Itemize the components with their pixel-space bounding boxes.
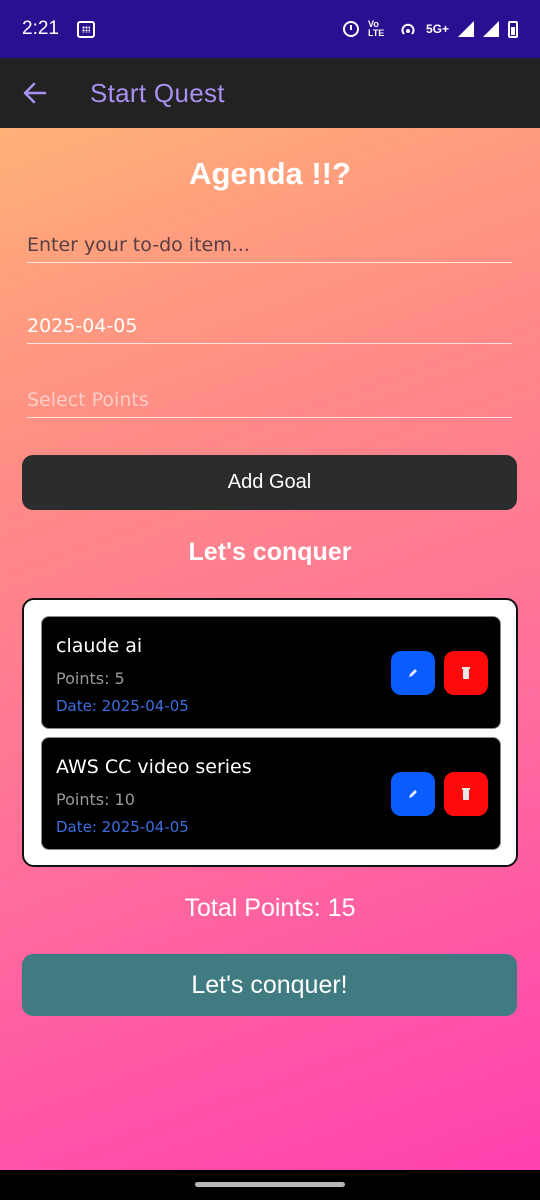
add-goal-button[interactable]: Add Goal [22, 455, 517, 510]
home-indicator[interactable] [195, 1182, 345, 1187]
edit-button[interactable] [391, 772, 435, 816]
trash-icon [462, 788, 470, 800]
delete-button[interactable] [444, 772, 488, 816]
edit-button[interactable] [391, 651, 435, 695]
task-name: claude ai [56, 635, 143, 657]
status-icons: Vo LTE 5G+ [342, 19, 518, 38]
todo-field [27, 223, 512, 263]
list-heading: Let's conquer [188, 538, 352, 566]
signal-icon [458, 21, 474, 37]
task-name: AWS CC video series [56, 756, 252, 778]
task-points: Points: 10 [56, 790, 135, 809]
status-time: 2:21 [22, 18, 59, 39]
task-card: AWS CC video series Points: 10 Date: 202… [41, 737, 501, 850]
app-bar: Start Quest [0, 58, 540, 128]
alarm-icon [342, 21, 359, 37]
navigation-bar [0, 1170, 540, 1200]
agenda-heading: Agenda !!? [189, 156, 351, 191]
pencil-icon [409, 669, 417, 677]
volte-icon: Vo LTE [367, 19, 385, 38]
task-list: claude ai Points: 5 Date: 2025-04-05 AWS… [22, 598, 518, 867]
quest-content: Agenda !!? Add Goal Let's conquer claude… [0, 128, 540, 1170]
network-type-icon: 5G+ [425, 22, 449, 36]
page-title: Start Quest [90, 77, 225, 108]
delete-button[interactable] [444, 651, 488, 695]
task-date: Date: 2025-04-05 [56, 697, 189, 715]
battery-icon [508, 20, 518, 38]
trash-icon [462, 667, 470, 679]
hotspot-icon [401, 23, 415, 35]
pencil-icon [409, 790, 417, 798]
arrow-left-icon [23, 82, 47, 104]
task-card: claude ai Points: 5 Date: 2025-04-05 [41, 616, 501, 729]
notification-icon [76, 20, 95, 38]
todo-input[interactable] [27, 234, 512, 256]
back-button[interactable] [0, 58, 70, 128]
task-date: Date: 2025-04-05 [56, 818, 189, 836]
total-points: Total Points: 15 [184, 894, 356, 922]
task-points: Points: 5 [56, 669, 125, 688]
status-bar: 2:21 Vo LTE 5G+ [0, 0, 540, 58]
points-field [27, 378, 512, 418]
signal-roaming-icon [483, 21, 499, 37]
points-select[interactable] [27, 389, 512, 411]
date-input[interactable] [27, 315, 512, 337]
conquer-button[interactable]: Let's conquer! [22, 954, 517, 1016]
date-field [27, 304, 512, 344]
